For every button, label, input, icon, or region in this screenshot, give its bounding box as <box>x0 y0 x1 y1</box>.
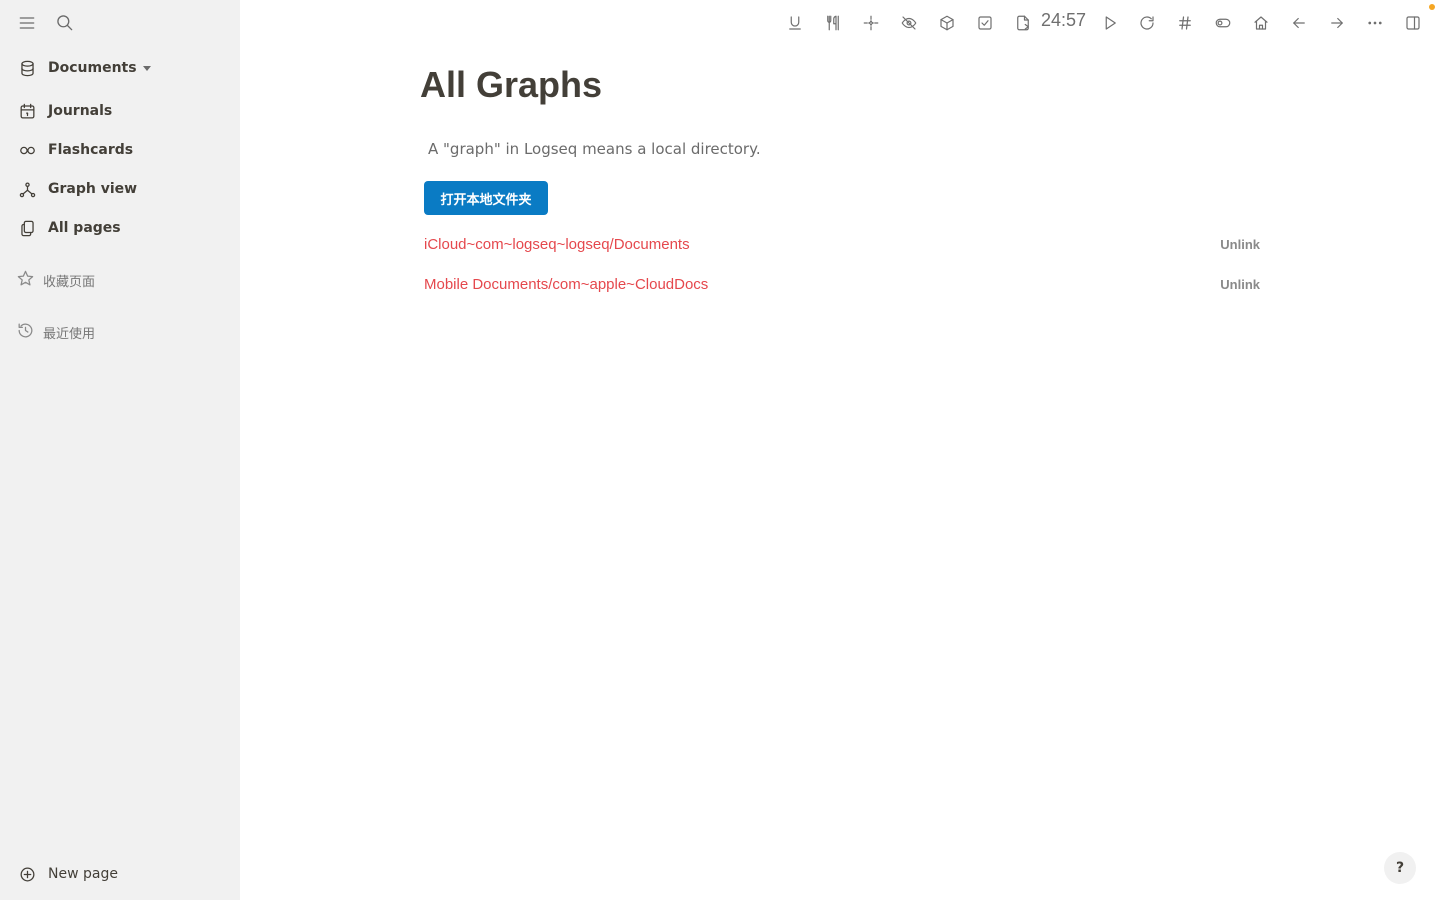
sidebar-item-journals[interactable]: Journals <box>16 97 112 125</box>
page-description: A "graph" in Logseq means a local direct… <box>428 140 761 158</box>
underline-icon[interactable] <box>783 11 807 35</box>
pages-icon <box>16 217 38 239</box>
sidebar-item-all-pages[interactable]: All pages <box>16 214 121 242</box>
hashtag-icon[interactable] <box>1173 11 1197 35</box>
sidebar-item-label: Journals <box>48 103 113 119</box>
search-icon[interactable] <box>53 11 77 35</box>
graph-link[interactable]: iCloud~com~logseq~logseq/Documents <box>424 236 690 253</box>
graph-row: iCloud~com~logseq~logseq/Documents Unlin… <box>424 232 1260 256</box>
calendar-icon <box>16 100 38 122</box>
graph-icon <box>16 178 38 200</box>
page-title: All Graphs <box>420 64 603 105</box>
caret-down-icon <box>142 65 151 71</box>
home-icon[interactable] <box>1249 11 1273 35</box>
star-icon <box>16 269 35 292</box>
new-page-button[interactable]: New page <box>16 860 118 888</box>
sidebar-item-graph-view[interactable]: Graph view <box>16 175 137 203</box>
refresh-icon[interactable] <box>1135 11 1159 35</box>
cube-icon[interactable] <box>935 11 959 35</box>
sidebar-item-flashcards[interactable]: Flashcards <box>16 136 133 164</box>
play-icon[interactable] <box>1098 11 1122 35</box>
recent-section[interactable]: 最近使用 <box>16 320 95 344</box>
arrow-right-icon[interactable] <box>1325 11 1349 35</box>
left-sidebar: Documents Journals Flashcards Graph view… <box>0 0 240 900</box>
eye-off-icon[interactable] <box>897 11 921 35</box>
history-icon <box>16 321 35 344</box>
unlink-button[interactable]: Unlink <box>1220 277 1260 292</box>
recent-label: 最近使用 <box>43 326 96 342</box>
sidebar-item-label: Flashcards <box>48 142 134 158</box>
plus-circle-icon <box>16 863 38 885</box>
database-icon <box>16 57 38 79</box>
checkbox-icon[interactable] <box>973 11 997 35</box>
graph-link[interactable]: Mobile Documents/com~apple~CloudDocs <box>424 276 708 293</box>
favorites-section[interactable]: 收藏页面 <box>16 268 95 292</box>
help-button[interactable]: ? <box>1384 852 1416 884</box>
new-page-label: New page <box>48 866 118 882</box>
arrow-left-icon[interactable] <box>1287 11 1311 35</box>
open-local-folder-button[interactable]: 打开本地文件夹 <box>424 181 548 215</box>
repo-label: Documents <box>48 60 137 76</box>
sidebar-right-icon[interactable] <box>1401 11 1425 35</box>
sidebar-top-bar <box>0 0 240 46</box>
favorites-label: 收藏页面 <box>43 274 96 290</box>
infinity-icon <box>16 139 38 161</box>
notification-dot <box>1429 4 1435 10</box>
utensils-icon[interactable] <box>821 11 845 35</box>
pomodoro-timer[interactable]: 24:57 <box>1041 10 1086 31</box>
sparkle-icon[interactable] <box>859 11 883 35</box>
sidebar-item-label: All pages <box>48 220 121 236</box>
graph-row: Mobile Documents/com~apple~CloudDocs Unl… <box>424 272 1260 296</box>
unlink-button[interactable]: Unlink <box>1220 237 1260 252</box>
toggle-icon[interactable] <box>1211 11 1235 35</box>
menu-icon[interactable] <box>15 11 39 35</box>
file-export-icon[interactable] <box>1011 11 1035 35</box>
repo-selector[interactable]: Documents <box>16 54 151 82</box>
more-icon[interactable] <box>1363 11 1387 35</box>
sidebar-item-label: Graph view <box>48 181 138 197</box>
